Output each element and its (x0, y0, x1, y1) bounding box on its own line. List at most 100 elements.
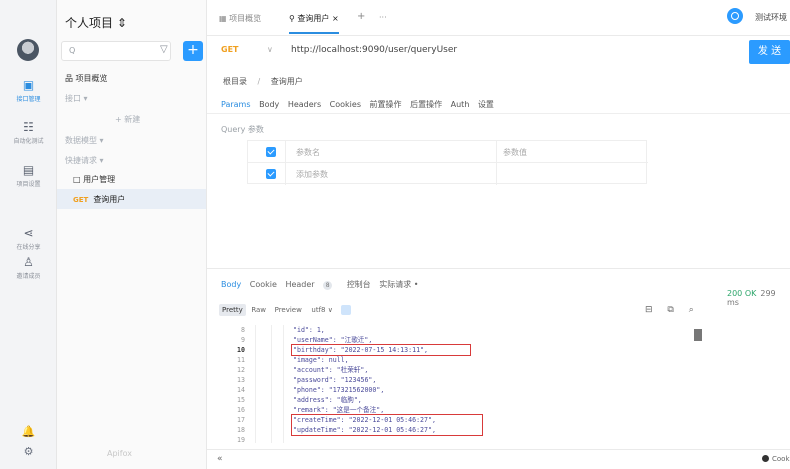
breadcrumb-current: 查询用户 (270, 77, 303, 86)
icon-rail: ▣ 接口管理 ☷ 自动化测试 ▤ 项目设置 ⋖ 在线分享 ♙ 邀请成员 🔔 ⚙ (0, 0, 57, 469)
tab-bar: ▦ 项目概览 ⚲ 查询用户 × + ··· 测试环境 (207, 0, 790, 36)
search-input[interactable]: Q (61, 41, 171, 61)
code-text: "image": null, (293, 356, 349, 364)
more-tabs-button[interactable]: ··· (379, 13, 387, 22)
send-button[interactable]: 发 送 (749, 40, 790, 64)
format-preview[interactable]: Preview (272, 304, 305, 316)
line-number: 9 (241, 336, 245, 344)
tree-new-button[interactable]: + 新建 (115, 114, 140, 125)
param-checkbox[interactable] (266, 169, 276, 179)
share-icon: ⋖ (23, 226, 34, 240)
code-line: 15 "address": "临朐", (219, 395, 703, 405)
method-select[interactable]: GET (221, 45, 239, 54)
tab-post-operations[interactable]: 后置操作 (410, 100, 442, 109)
status-code: 200 OK (727, 289, 757, 298)
param-row: 参数名 参数值 (248, 141, 648, 163)
code-text: "password": "123456", (293, 376, 377, 384)
tab-settings[interactable]: 设置 (478, 100, 494, 109)
cookie-toggle[interactable]: Cook (762, 455, 790, 463)
tree-section-data-model[interactable]: 数据模型 ▾ (65, 135, 104, 146)
request-tabs: Params Body Headers Cookies 前置操作 后置操作 Au… (221, 99, 500, 110)
param-name-field[interactable]: 参数名 (296, 147, 320, 158)
tab-pre-operations[interactable]: 前置操作 (370, 100, 402, 109)
response-tabs: Body Cookie Header 8 控制台 实际请求 • (221, 279, 425, 290)
rail-item-invite[interactable]: ♙ 邀请成员 (0, 255, 57, 280)
param-row: 添加参数 (248, 163, 648, 185)
line-number: 10 (237, 346, 245, 354)
tree-item-label: 查询用户 (93, 195, 126, 204)
rail-item-settings[interactable]: ▤ 项目设置 (0, 163, 57, 188)
tree-item-query-user[interactable]: GET 查询用户 (73, 194, 125, 205)
response-tool-icons[interactable]: ⊟ ⧉ ⌕ (645, 305, 700, 315)
url-input[interactable]: http://localhost:9090/user/queryUser (291, 45, 457, 55)
tab-response-header[interactable]: Header 8 (285, 280, 338, 290)
filter-icon[interactable]: ▽ (160, 44, 168, 55)
line-number: 14 (237, 386, 245, 394)
rail-label: 邀请成员 (16, 273, 41, 280)
code-line: 12 "account": "杜荣轩", (219, 365, 703, 375)
divider (285, 141, 286, 185)
response-code-view: 8 "id": 1, 9 "userName": "江歌迁", 10 "birthday"… (219, 325, 703, 443)
format-raw[interactable]: Raw (248, 304, 269, 316)
app-window: ▣ 接口管理 ☷ 自动化测试 ▤ 项目设置 ⋖ 在线分享 ♙ 邀请成员 🔔 ⚙ … (0, 0, 790, 469)
tab-response-cookie[interactable]: Cookie (250, 280, 277, 289)
project-settings-icon: ▤ (22, 163, 35, 177)
tree-section-quick-request[interactable]: 快捷请求 ▾ (65, 155, 104, 166)
tab-body[interactable]: Body (259, 100, 279, 109)
invite-member-icon: ♙ (23, 255, 34, 269)
project-tree-panel: 个人项目 ⇕ Q ▽ + 品 项目概览 接口 ▾ + 新建 数据模型 ▾ 快捷请… (57, 0, 207, 469)
method-badge: GET (73, 196, 89, 204)
api-management-icon: ▣ (22, 78, 35, 92)
param-value-field[interactable]: 参数值 (503, 147, 527, 158)
tab-cookies[interactable]: Cookies (330, 100, 361, 109)
tab-project-overview[interactable]: ▦ 项目概览 (219, 13, 261, 24)
code-text: "account": "杜荣轩", (293, 366, 369, 374)
code-line: 19 (219, 435, 703, 443)
line-number: 12 (237, 366, 245, 374)
rail-label: 接口管理 (16, 96, 41, 103)
line-number: 19 (237, 436, 245, 443)
tab-query-user[interactable]: ⚲ 查询用户 × (289, 13, 339, 34)
line-number: 18 (237, 426, 245, 434)
tab-auth[interactable]: Auth (451, 100, 470, 109)
environment-icon[interactable] (727, 8, 743, 24)
chevron-down-icon[interactable]: ∨ (267, 45, 273, 54)
rail-item-share[interactable]: ⋖ 在线分享 (0, 226, 57, 251)
response-toolbar: Pretty Raw Preview utf8 ∨ (219, 304, 699, 322)
collapse-icon[interactable]: « (217, 454, 223, 464)
encoding-select[interactable]: utf8 ∨ (311, 306, 332, 314)
main-area: ▦ 项目概览 ⚲ 查询用户 × + ··· 测试环境 GET ∨ http://… (207, 0, 790, 469)
code-line: 8 "id": 1, (219, 325, 703, 335)
query-params-label: Query 参数 (221, 125, 264, 134)
param-checkbox[interactable] (266, 147, 276, 157)
line-number: 8 (241, 326, 245, 334)
bell-icon[interactable]: 🔔 (0, 425, 57, 438)
rail-label: 在线分享 (16, 244, 41, 251)
gear-icon[interactable]: ⚙ (0, 445, 57, 458)
environment-label[interactable]: 测试环境 (755, 12, 787, 23)
wrap-icon[interactable] (341, 304, 352, 315)
breadcrumb-root[interactable]: 根目录 (223, 77, 247, 86)
tree-section-api[interactable]: 接口 ▾ (65, 93, 88, 104)
tree-folder-user-management[interactable]: □ 用户管理 (73, 174, 115, 185)
add-button[interactable]: + (183, 41, 203, 61)
avatar[interactable] (17, 39, 39, 61)
code-text: "address": "临朐", (293, 396, 362, 404)
highlight-box (291, 344, 471, 356)
apifox-logo: Apifox (107, 449, 132, 458)
tab-params[interactable]: Params (221, 100, 251, 109)
project-title[interactable]: 个人项目 ⇕ (65, 14, 127, 31)
rail-item-api-management[interactable]: ▣ 接口管理 (0, 78, 57, 103)
tab-actual-request[interactable]: 实际请求 • (379, 280, 418, 289)
code-line: 13 "password": "123456", (219, 375, 703, 385)
rail-item-automation[interactable]: ☷ 自动化测试 (0, 120, 57, 145)
tab-console[interactable]: 控制台 (347, 280, 371, 289)
rail-label: 自动化测试 (13, 138, 44, 145)
format-pretty[interactable]: Pretty (219, 304, 246, 316)
tab-headers[interactable]: Headers (288, 100, 321, 109)
tab-response-body[interactable]: Body (221, 280, 241, 289)
new-tab-button[interactable]: + (357, 11, 365, 22)
code-text: "phone": "17321562000", (293, 386, 385, 394)
tree-item-overview[interactable]: 品 项目概览 (65, 73, 108, 84)
add-param-field[interactable]: 添加参数 (296, 169, 328, 180)
